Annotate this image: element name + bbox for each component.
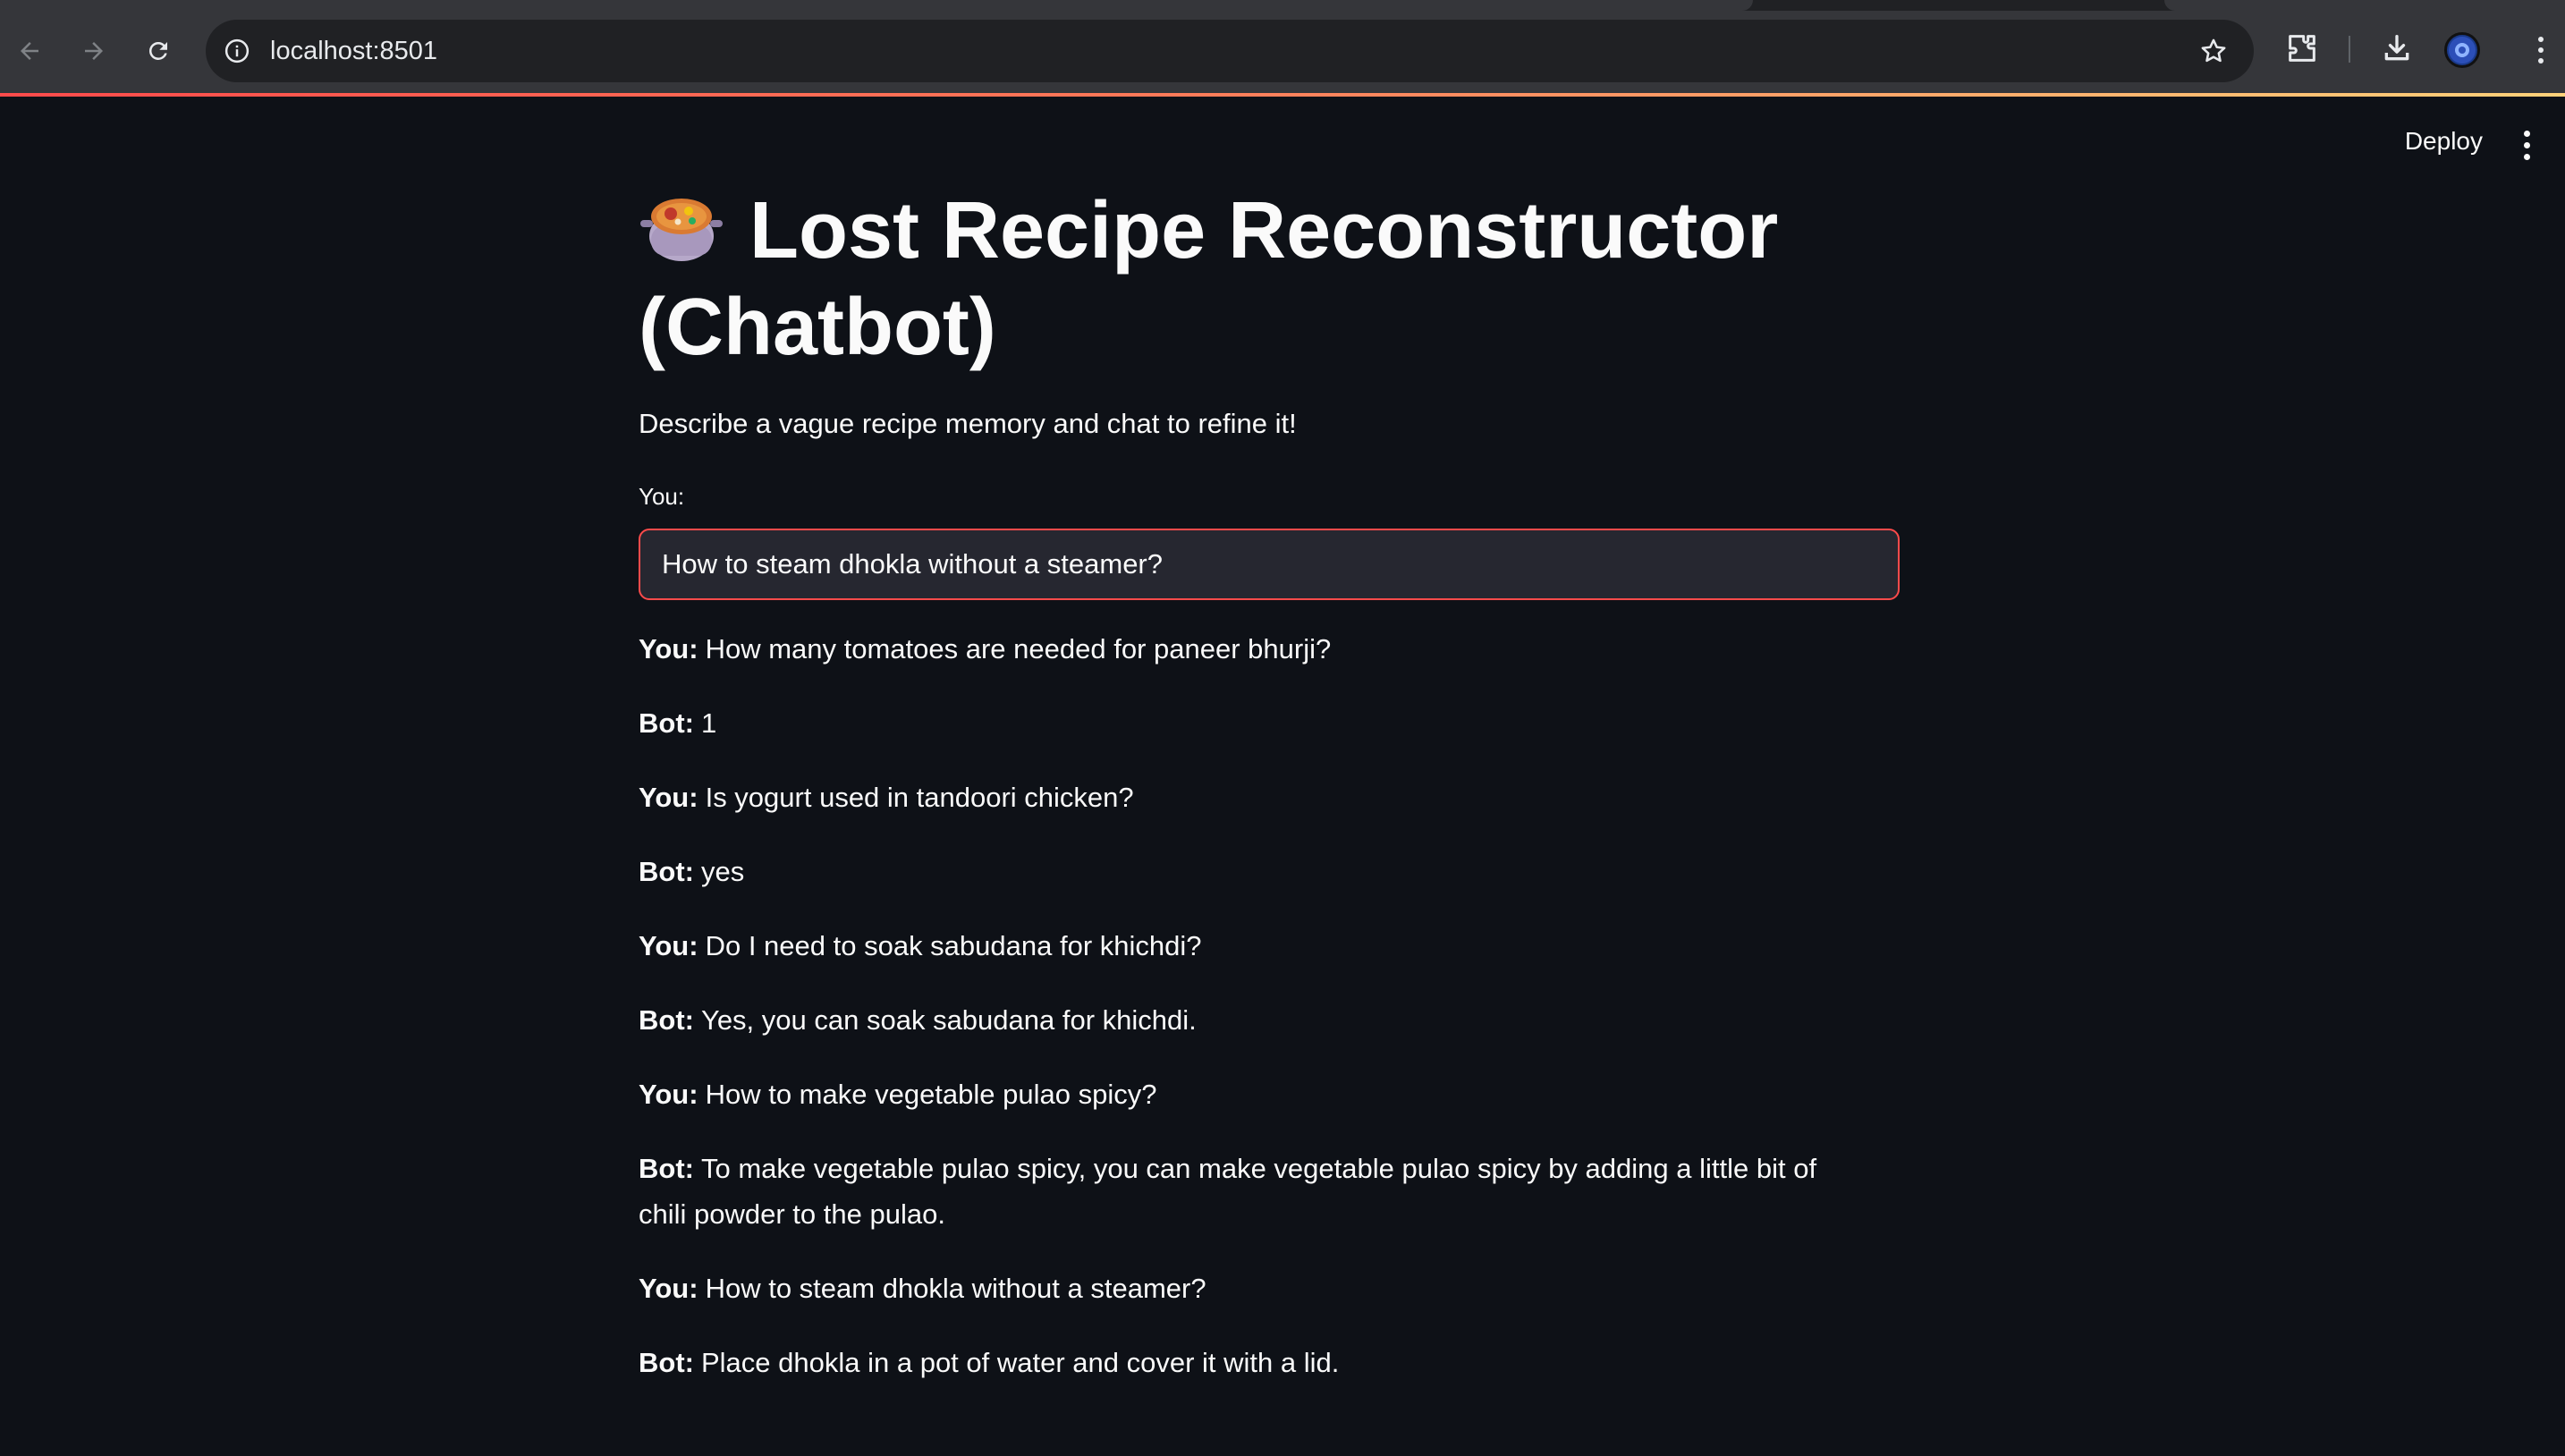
chat-message: Bot: Place dhokla in a pot of water and c… <box>639 1340 1864 1385</box>
page-subtitle: Describe a vague recipe memory and chat … <box>639 408 1297 439</box>
message-text: How many tomatoes are needed for paneer … <box>705 633 1332 665</box>
chat-message: You: Do I need to soak sabudana for khich… <box>639 923 1864 969</box>
message-speaker: Bot: <box>639 1347 694 1378</box>
browser-toolbar: localhost:8501 <box>0 0 2565 95</box>
chat-message: You: How to steam dhokla without a steame… <box>639 1266 1864 1311</box>
toolbar-divider <box>2349 36 2350 63</box>
message-speaker: You: <box>639 930 698 961</box>
menu-dot <box>2523 153 2530 160</box>
site-info-icon[interactable] <box>224 38 250 64</box>
chat-message: Bot: Yes, you can soak sabudana for khich… <box>639 997 1864 1043</box>
message-speaker: You: <box>639 1273 698 1304</box>
address-bar[interactable]: localhost:8501 <box>206 20 2254 82</box>
tab-strip <box>0 0 2565 11</box>
avatar-image-icon <box>2449 37 2476 63</box>
message-text: Is yogurt used in tandoori chicken? <box>705 782 1134 813</box>
menu-dot <box>2538 47 2544 53</box>
message-text: How to steam dhokla without a steamer? <box>705 1273 1206 1304</box>
chat-history: You: How many tomatoes are needed for pan… <box>639 626 1900 1414</box>
message-speaker: Bot: <box>639 856 694 887</box>
menu-dot <box>2523 130 2530 137</box>
menu-dot <box>2538 37 2544 42</box>
message-text: Do I need to soak sabudana for khichdi? <box>705 930 1202 961</box>
message-text: How to make vegetable pulao spicy? <box>705 1079 1157 1110</box>
bookmark-star-icon[interactable] <box>2198 36 2229 66</box>
menu-dot <box>2523 141 2530 148</box>
forward-button[interactable] <box>75 32 113 70</box>
pot-of-food-icon <box>640 199 723 261</box>
reload-icon <box>148 41 167 60</box>
message-text: Place dhokla in a pot of water and cover… <box>700 1347 1340 1378</box>
chat-input[interactable] <box>639 529 1900 600</box>
url-text[interactable]: localhost:8501 <box>270 20 437 82</box>
arrow-right-icon <box>85 42 103 60</box>
message-speaker: Bot: <box>639 707 694 739</box>
message-speaker: You: <box>639 782 698 813</box>
message-text: Yes, you can soak sabudana for khichdi. <box>700 1004 1197 1036</box>
chat-message: You: How many tomatoes are needed for pan… <box>639 626 1864 672</box>
download-icon[interactable] <box>2379 30 2415 66</box>
back-button[interactable] <box>11 32 48 70</box>
deploy-button[interactable]: Deploy <box>2405 127 2483 156</box>
chat-message: You: How to make vegetable pulao spicy? <box>639 1071 1864 1117</box>
chat-message: Bot: 1 <box>639 700 1864 746</box>
message-text: yes <box>700 856 745 887</box>
active-tab[interactable] <box>0 0 1753 11</box>
reload-button[interactable] <box>140 32 177 70</box>
page-title: Lost Recipe Reconstructor (Chatbot) <box>639 182 1900 376</box>
streamlit-app: Deploy Lost Recipe Reconstructor (Chatbo… <box>0 97 2565 1456</box>
chat-message: Bot: yes <box>639 849 1864 894</box>
extensions-icon[interactable] <box>2284 30 2320 66</box>
message-speaker: Bot: <box>639 1004 694 1036</box>
message-speaker: You: <box>639 1079 698 1110</box>
chat-message: You: Is yogurt used in tandoori chicken? <box>639 775 1864 820</box>
chat-input-label: You: <box>639 483 685 510</box>
message-speaker: Bot: <box>639 1153 694 1184</box>
message-text: 1 <box>700 707 717 739</box>
message-text: To make vegetable pulao spicy, you can m… <box>639 1153 1817 1230</box>
message-speaker: You: <box>639 633 698 665</box>
menu-dot <box>2538 58 2544 63</box>
chat-message: Bot: To make vegetable pulao spicy, you c… <box>639 1146 1864 1237</box>
inactive-tab[interactable] <box>2164 0 2565 11</box>
app-main-menu-button[interactable] <box>2513 127 2540 163</box>
arrow-left-icon <box>21 42 38 60</box>
profile-avatar[interactable] <box>2444 32 2480 68</box>
browser-menu-button[interactable] <box>2527 32 2554 68</box>
page-title-text: Lost Recipe Reconstructor (Chatbot) <box>639 186 1779 372</box>
